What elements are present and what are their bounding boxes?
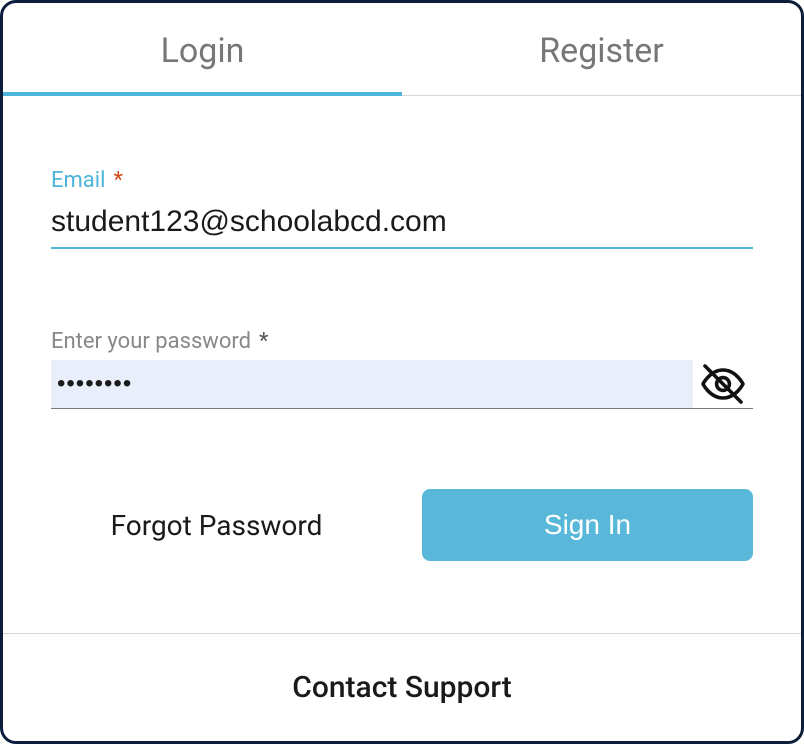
email-label: Email * [51, 168, 753, 193]
login-form: Email * Enter your password * [3, 96, 801, 593]
email-input[interactable] [51, 199, 753, 249]
email-field-group: Email * [51, 168, 753, 249]
password-field-group: Enter your password * [51, 329, 753, 409]
password-label-text: Enter your password [51, 329, 251, 354]
login-window: Login Register Email * Enter your passwo… [0, 0, 804, 744]
password-row [51, 360, 753, 409]
email-label-text: Email [51, 168, 105, 193]
toggle-password-visibility[interactable] [693, 360, 753, 408]
form-actions: Forgot Password Sign In [51, 489, 753, 561]
password-label: Enter your password * [51, 329, 753, 354]
auth-tabs: Login Register [3, 3, 801, 96]
tab-login[interactable]: Login [3, 3, 402, 95]
email-required-mark: * [113, 168, 122, 193]
forgot-password-link[interactable]: Forgot Password [51, 491, 382, 560]
eye-off-icon [699, 360, 747, 408]
tab-register[interactable]: Register [402, 3, 801, 95]
password-input[interactable] [51, 360, 693, 408]
sign-in-button[interactable]: Sign In [422, 489, 753, 561]
password-required-mark: * [259, 329, 268, 354]
contact-support-link[interactable]: Contact Support [3, 633, 801, 741]
